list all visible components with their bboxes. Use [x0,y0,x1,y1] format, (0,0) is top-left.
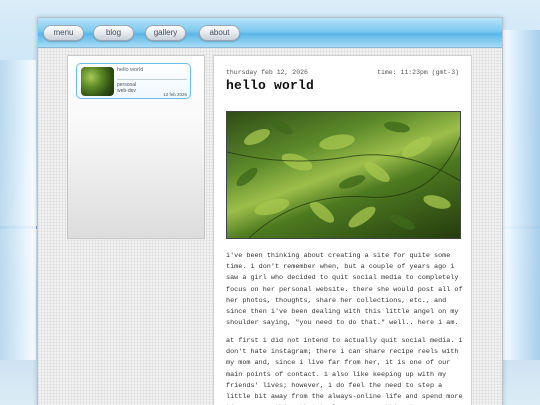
post-list-item[interactable]: hello world personal web-dev 12 feb 2026 [76,63,191,99]
site-window: menu blog gallery about hello world pers… [37,17,503,405]
post-list-title: hello world [117,67,144,73]
blog-entry: thursday feb 12, 2026 time: 11:23pm (gmt… [213,55,472,405]
post-list-date: 12 feb 2026 [163,92,187,97]
post-tag: web-dev [117,88,136,94]
background-decoration-left [0,60,36,360]
nav-blog-button[interactable]: blog [93,25,134,41]
post-thumbnail [81,67,114,96]
nav-about-button[interactable]: about [199,25,240,41]
sidebar: hello world personal web-dev 12 feb 2026 [67,55,205,239]
entry-date: thursday feb 12, 2026 [226,69,308,76]
nav-gallery-button[interactable]: gallery [145,25,186,41]
entry-paragraph: i've been thinking about creating a site… [226,252,463,328]
background-decoration-right [502,30,540,360]
entry-paragraph: at first i did not intend to actually qu… [226,337,463,405]
nav-bar: menu blog gallery about [38,18,502,48]
post-list-tags: personal web-dev [117,82,136,94]
nav-menu-button[interactable]: menu [43,25,84,41]
entry-time: time: 11:23pm (gmt-3) [377,69,459,76]
entry-photo [226,111,461,239]
post-list-divider [117,79,187,80]
leaves-image [227,119,460,238]
entry-title: hello world [226,78,315,93]
